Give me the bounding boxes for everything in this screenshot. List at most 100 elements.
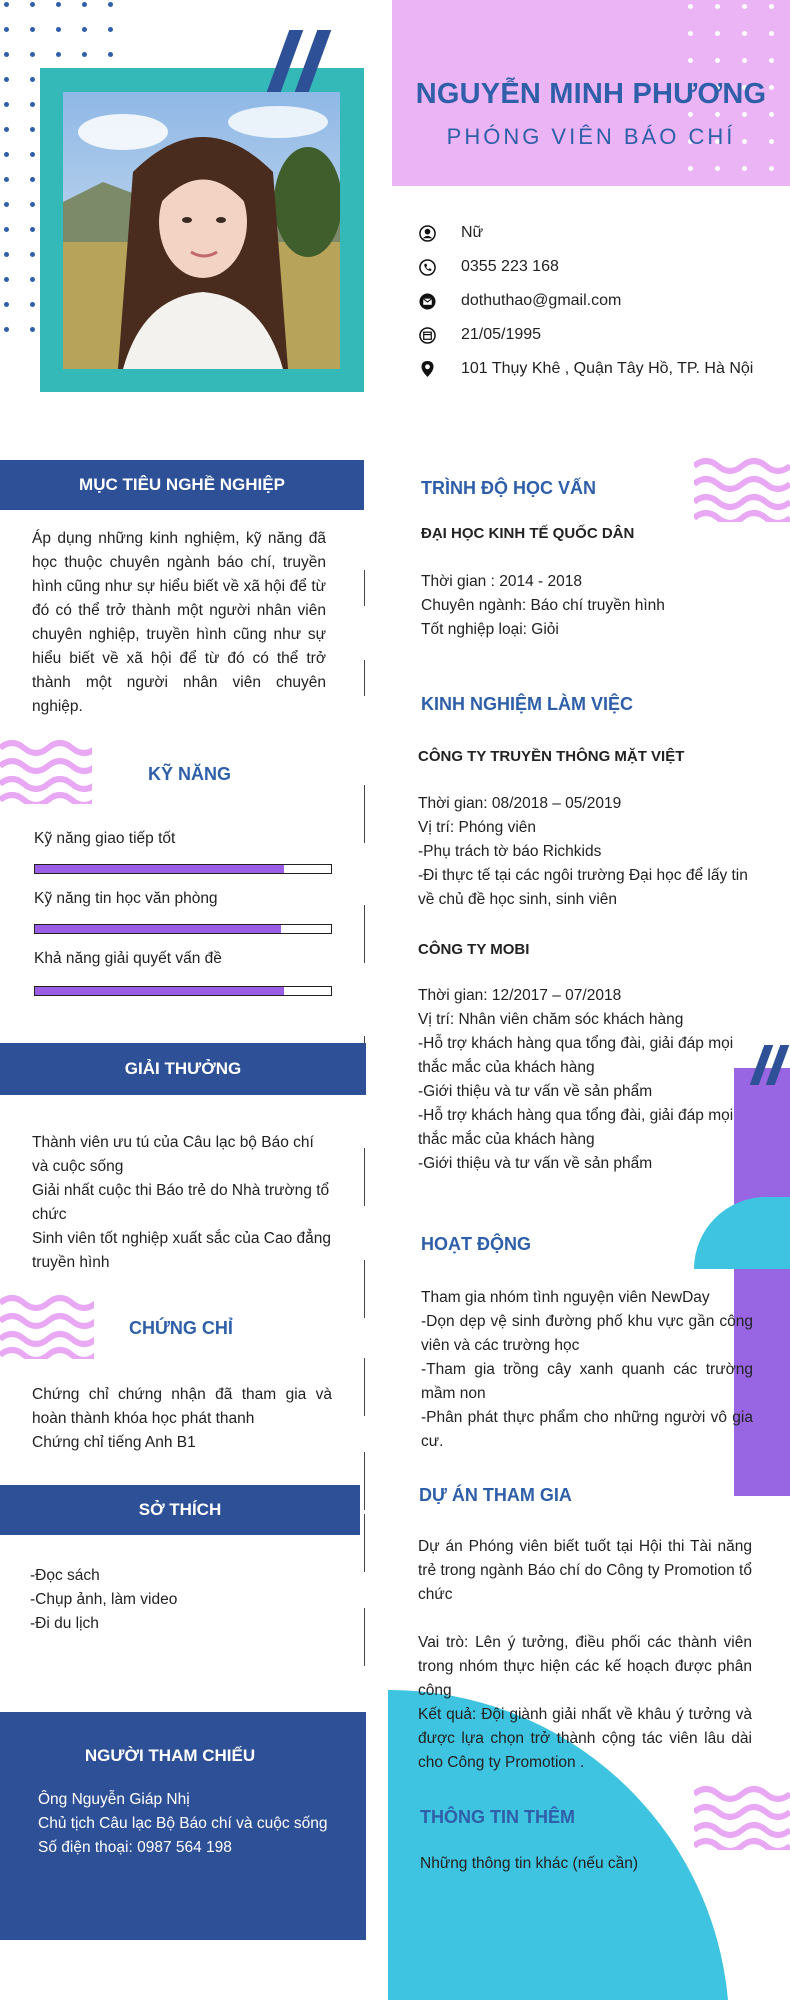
experience-line: -Giới thiệu và tư vấn về sản phẩm [418,1155,653,1172]
experience-company: CÔNG TY TRUYỀN THÔNG MẶT VIỆT [418,748,685,765]
skill-label: Khả năng giải quyết vấn đề [34,950,222,967]
education-details: Thời gian : 2014 - 2018 Chuyên ngành: Bá… [421,570,761,642]
hobby-item: -Đi du lịch [30,1615,99,1632]
column-divider [364,660,365,696]
award-item: Giải nhất cuộc thi Báo trẻ do Nhà trường… [32,1182,330,1223]
education-school: ĐẠI HỌC KINH TẾ QUỐC DÂN [421,525,635,542]
experience-line: Vị trí: Nhân viên chăm sóc khách hàng [418,1011,684,1028]
education-line: Tốt nghiệp loại: Giỏi [421,621,559,638]
award-item: Thành viên ưu tú của Câu lạc bộ Báo chí … [32,1134,314,1175]
column-divider [364,1148,365,1206]
job-title: PHÓNG VIÊN BÁO CHÍ [446,124,736,149]
contact-address: 101 Thụy Khê , Quận Tây Hồ, TP. Hà Nội [418,360,753,378]
hobby-item: -Chụp ảnh, làm video [30,1591,178,1608]
certificate-item: Chứng chỉ chứng nhận đã tham gia và hoàn… [32,1386,332,1427]
objective-text: Áp dụng những kinh nghiệm, kỹ năng đã họ… [32,530,326,715]
experience-line: -Đi thực tế tại các ngôi trường Đại học … [418,867,748,908]
activities-details: Tham gia nhóm tình nguyện viên NewDay -D… [421,1286,753,1454]
phone-icon [418,258,436,276]
skill-level-fill [35,865,284,873]
gender-value: Nữ [461,224,484,241]
education-line: Chuyên ngành: Báo chí truyền hình [421,597,665,614]
project-paragraph: Dự án Phóng viên biết tuốt tại Hội thi T… [418,1538,752,1603]
column-divider [364,1260,365,1318]
awards-heading-band: GIẢI THƯỞNG [0,1043,366,1095]
experience-line: Vị trí: Phóng viên [418,819,537,836]
column-divider [364,905,365,963]
birthday-value: 21/05/1995 [461,326,542,343]
activities-title: HOẠT ĐỘNG [421,1234,531,1254]
skill-level-bar [34,986,332,996]
activity-line: Tham gia nhóm tình nguyện viên NewDay [421,1289,710,1306]
reference-details: Ông Nguyễn Giáp Nhị Chủ tịch Câu lạc Bộ … [38,1788,328,1860]
skill-level-bar [34,864,332,874]
reference-line: Số điện thoại: 0987 564 198 [38,1839,232,1856]
location-pin-icon [418,360,436,378]
column-divider [364,1608,365,1666]
column-divider [364,1452,365,1510]
user-icon [418,224,436,242]
hobbies-list: -Đọc sách -Chụp ảnh, làm video -Đi du lị… [30,1564,330,1636]
decorative-cyan-half-circle [694,1197,790,1269]
projects-details: Dự án Phóng viên biết tuốt tại Hội thi T… [418,1535,752,1775]
objective-heading-band: MỤC TIÊU NGHỀ NGHIỆP [0,460,364,510]
hobbies-title: SỞ THÍCH [138,1500,222,1519]
reference-title: NGƯỜI THAM CHIẾU [84,1746,256,1765]
awards-title: GIẢI THƯỞNG [124,1059,242,1078]
experience-details: Thời gian: 12/2017 – 07/2018 Vị trí: Nhâ… [418,984,752,1176]
address-value: 101 Thụy Khê , Quận Tây Hồ, TP. Hà Nội [461,360,754,377]
certificates-title: CHỨNG CHỈ [129,1318,233,1338]
reference-line: Ông Nguyễn Giáp Nhị [38,1791,190,1808]
activity-line: -Tham gia trồng cây xanh quanh các trườn… [421,1361,753,1402]
project-paragraph: Kết quả: Đội giành giải nhất về khâu ý t… [418,1706,752,1771]
calendar-icon [418,326,436,344]
projects-title: DỰ ÁN THAM GIA [419,1485,572,1505]
experience-line: Thời gian: 12/2017 – 07/2018 [418,987,622,1004]
education-title: TRÌNH ĐỘ HỌC VẤN [421,478,596,498]
skill-level-fill [35,925,281,933]
skills-title: KỸ NĂNG [148,764,232,784]
experience-details: Thời gian: 08/2018 – 05/2019 Vị trí: Phó… [418,792,752,912]
skill-level-fill [35,987,284,995]
column-divider [364,1358,365,1416]
decorative-wave-right [694,1786,790,1850]
experience-line: -Hỗ trợ khách hàng qua tổng đài, giải đá… [418,1035,734,1076]
skill-level-bar [34,924,332,934]
phone-value[interactable]: 0355 223 168 [461,258,559,276]
contact-phone: 0355 223 168 [418,258,559,276]
decorative-wave-left [0,740,92,804]
hobbies-heading-band: SỞ THÍCH [0,1485,360,1535]
contact-gender: Nữ [418,224,483,242]
objective-title: MỤC TIÊU NGHỀ NGHIỆP [79,475,285,494]
certificate-item: Chứng chỉ tiếng Anh B1 [32,1434,196,1451]
email-value[interactable]: dothuthao@gmail.com [461,292,621,310]
experience-line: Thời gian: 08/2018 – 05/2019 [418,795,622,812]
contact-birthday: 21/05/1995 [418,326,541,344]
hobby-item: -Đọc sách [30,1567,100,1584]
skill-label: Kỹ năng giao tiếp tốt [34,830,176,847]
experience-line: -Hỗ trợ khách hàng qua tổng đài, giải đá… [418,1107,734,1148]
decorative-wave-right [694,458,790,522]
experience-line: -Phụ trách tờ báo Richkids [418,843,602,860]
column-divider [364,1514,365,1572]
contact-email: dothuthao@gmail.com [418,292,621,310]
profile-photo [63,92,340,369]
activity-line: -Dọn dẹp vệ sinh đường phố khu vực gần c… [421,1313,753,1354]
more-info-title: THÔNG TIN THÊM [420,1807,575,1827]
experience-title: KINH NGHIỆM LÀM VIỆC [421,694,634,714]
column-divider [364,570,365,606]
experience-company: CÔNG TY MOBI [418,941,530,958]
decorative-wave-left [0,1295,94,1359]
reference-line: Chủ tịch Câu lạc Bộ Báo chí và cuộc sống [38,1815,328,1832]
project-paragraph: Vai trò: Lên ý tưởng, điều phối các thàn… [418,1634,752,1699]
activity-line: -Phân phát thực phẩm cho những người vô … [421,1409,753,1450]
experience-line: -Giới thiệu và tư vấn về sản phẩm [418,1083,653,1100]
education-line: Thời gian : 2014 - 2018 [421,573,582,590]
skill-label: Kỹ năng tin học văn phòng [34,890,218,907]
award-item: Sinh viên tốt nghiệp xuất sắc của Cao đẳ… [32,1230,332,1271]
awards-list: Thành viên ưu tú của Câu lạc bộ Báo chí … [32,1131,332,1275]
more-info-text: Những thông tin khác (nếu cần) [420,1855,639,1872]
candidate-name: NGUYỄN MINH PHƯƠNG [415,78,767,110]
column-divider [364,785,365,843]
mail-icon [418,292,436,310]
